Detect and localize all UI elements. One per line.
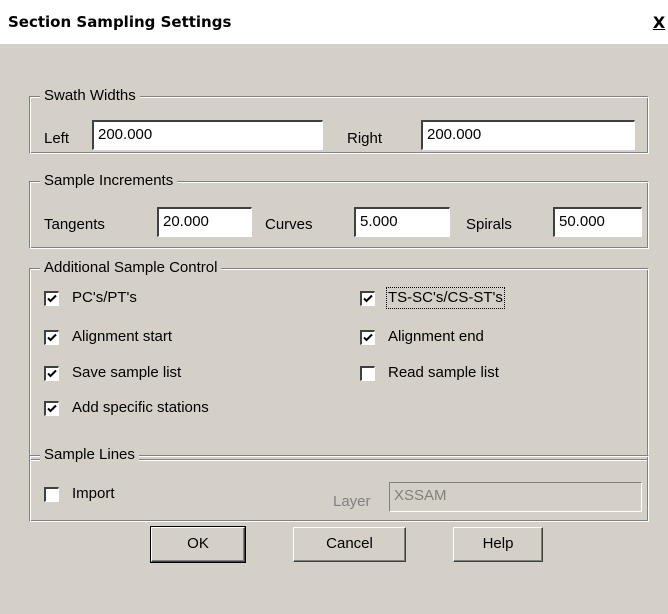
help-button[interactable]: Help (453, 527, 543, 562)
right-label: Right (347, 130, 383, 147)
curves-input[interactable]: 5.000 (354, 207, 450, 237)
save-sample-list-checkbox[interactable] (44, 366, 59, 381)
add-specific-stations-checkbox[interactable] (44, 401, 59, 416)
tangents-input[interactable]: 20.000 (157, 207, 252, 237)
save-sample-list-label: Save sample list (72, 364, 182, 381)
add-specific-stations-label: Add specific stations (72, 399, 209, 416)
read-sample-list-checkbox[interactable] (360, 366, 375, 381)
ts-sc-cs-st-checkbox[interactable] (360, 291, 375, 306)
read-sample-list-label: Read sample list (388, 364, 499, 381)
spirals-label: Spirals (466, 216, 512, 233)
dialog-body: Swath Widths Left 200.000 Right 200.000 … (0, 44, 668, 614)
additional-sample-control-legend: Additional Sample Control (40, 259, 222, 277)
title-bar: Section Sampling Settings X (0, 0, 668, 44)
import-checkbox[interactable] (44, 487, 59, 502)
checkmark-icon (47, 404, 57, 413)
import-label: Import (72, 485, 115, 502)
curves-label: Curves (265, 216, 313, 233)
close-button[interactable]: X (650, 14, 668, 32)
layer-label: Layer (333, 493, 371, 510)
ok-button[interactable]: OK (150, 526, 246, 563)
checkmark-icon (363, 333, 373, 342)
checkmark-icon (363, 294, 373, 303)
spirals-input[interactable]: 50.000 (553, 207, 642, 237)
swath-widths-legend: Swath Widths (40, 87, 140, 105)
checkmark-icon (47, 294, 57, 303)
window-title: Section Sampling Settings (8, 13, 232, 31)
checkmark-icon (47, 369, 57, 378)
cancel-button[interactable]: Cancel (293, 527, 406, 562)
alignment-start-label: Alignment start (72, 328, 173, 345)
pcs-pts-checkbox[interactable] (44, 291, 59, 306)
sample-increments-legend: Sample Increments (40, 172, 178, 190)
layer-input[interactable]: XSSAM (389, 482, 642, 512)
left-width-input[interactable]: 200.000 (92, 120, 323, 150)
pcs-pts-label: PC's/PT's (72, 289, 137, 306)
left-label: Left (44, 130, 70, 147)
sample-lines-legend: Sample Lines (40, 446, 139, 464)
alignment-start-checkbox[interactable] (44, 330, 59, 345)
ts-sc-cs-st-label: TS-SC's/CS-ST's (386, 287, 505, 309)
alignment-end-label: Alignment end (388, 328, 484, 345)
checkmark-icon (47, 333, 57, 342)
alignment-end-checkbox[interactable] (360, 330, 375, 345)
tangents-label: Tangents (44, 216, 105, 233)
right-width-input[interactable]: 200.000 (421, 120, 635, 150)
